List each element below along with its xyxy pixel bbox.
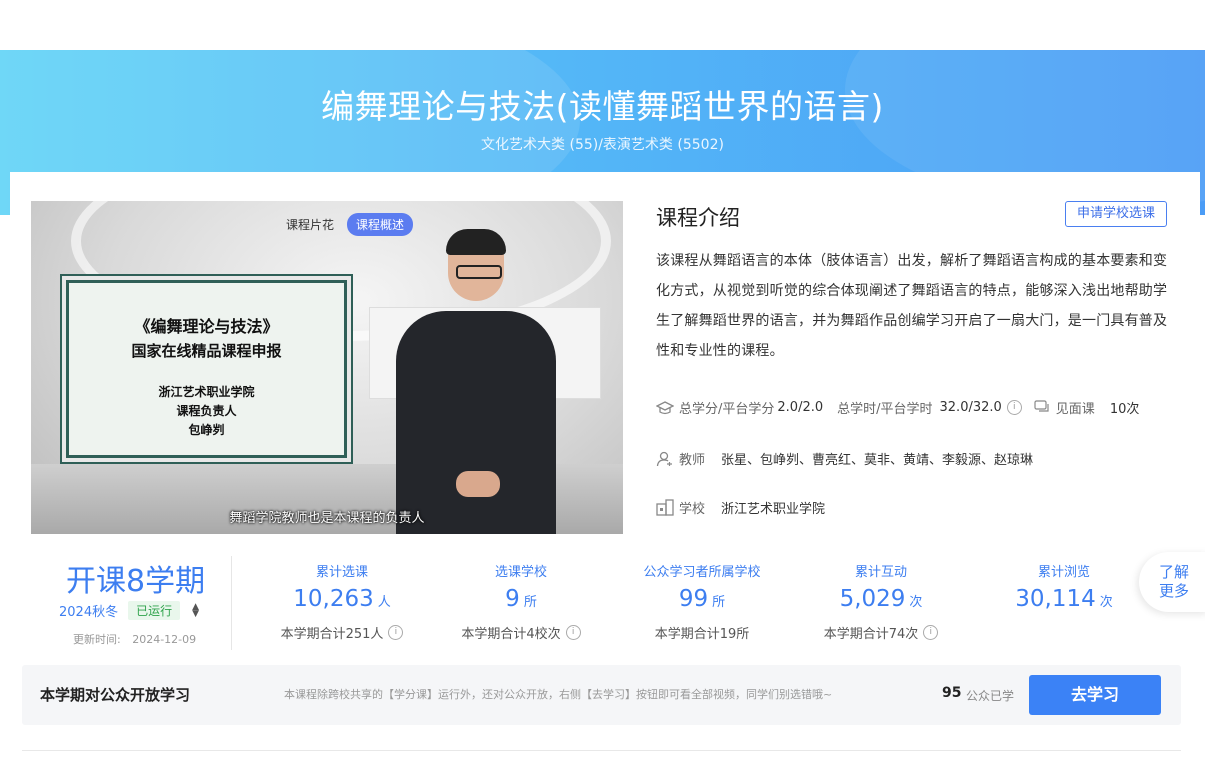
video-subtitle: 舞蹈学院教师也是本课程的负责人 bbox=[229, 511, 425, 526]
presenter-body bbox=[396, 311, 556, 534]
stat-public-learner-schools: 公众学习者所属学校 99 所 本学期合计19所 bbox=[617, 561, 787, 642]
presenter-glasses bbox=[456, 265, 502, 279]
board-school: 浙江艺术职业学院 bbox=[158, 385, 255, 399]
stat-label: 公众学习者所属学校 bbox=[643, 565, 761, 580]
learn-more-button[interactable]: 了解 更多 bbox=[1139, 552, 1205, 612]
board-subtitle: 国家在线精品课程申报 bbox=[131, 342, 282, 360]
course-title: 编舞理论与技法(读懂舞蹈世界的语言) bbox=[321, 87, 884, 126]
credit-label: 总学分/平台学分 bbox=[679, 402, 775, 417]
board-role: 课程负责人 bbox=[176, 404, 237, 418]
public-learning-note: 本课程除跨校共享的【学分课】运行外，还对公众开放，右侧【去学习】按钮即可看全部视… bbox=[284, 688, 833, 701]
stat-schools: 选课学校 9所 本学期合计4校次 i bbox=[436, 561, 606, 642]
public-learner-count: 95 bbox=[942, 685, 962, 701]
sort-toggle-icon[interactable]: ▲ ▼ bbox=[192, 602, 199, 618]
meet-value: 10次 bbox=[1109, 402, 1140, 417]
update-time: 更新时间: 2024-12-09 bbox=[73, 631, 196, 647]
stat-views: 累计浏览 30,114 次 bbox=[979, 561, 1149, 612]
top-navigation-bar bbox=[0, 0, 1205, 50]
credit-row: 总学分/平台学分 2.0/2.0 总学时/平台学时 32.0/32.0 i 见面… bbox=[656, 398, 1139, 417]
stat-label: 选课学校 bbox=[494, 565, 547, 580]
teacher-label: 教师 bbox=[679, 453, 706, 468]
go-study-button[interactable]: 去学习 bbox=[1029, 675, 1161, 715]
info-icon[interactable]: i bbox=[923, 625, 939, 640]
course-category[interactable]: 文化艺术大类 (55)/表演艺术类 (5502) bbox=[0, 134, 1205, 154]
term-count: 开课8学期 bbox=[66, 564, 206, 599]
presenter-hands bbox=[456, 471, 500, 497]
video-tabs: 课程片花 课程概述 bbox=[277, 212, 414, 236]
stat-footnote: 本学期合计4校次 i bbox=[436, 623, 606, 642]
course-video-player[interactable]: 《编舞理论与技法》 国家在线精品课程申报 浙江艺术职业学院 课程负责人 包峥刿 … bbox=[31, 201, 623, 534]
divider bbox=[231, 556, 232, 650]
intro-heading: 课程介绍 bbox=[656, 206, 740, 230]
stat-value: 5,029 次 bbox=[839, 586, 923, 612]
divider bbox=[22, 750, 1181, 751]
board-title: 《编舞理论与技法》 bbox=[134, 317, 279, 336]
public-learner-label: 公众已学 bbox=[966, 689, 1015, 703]
chat-bubble-icon bbox=[1034, 400, 1049, 412]
hours-label: 总学时/平台学时 bbox=[837, 402, 933, 417]
stat-interactions: 累计互动 5,029 次 本学期合计74次 i bbox=[796, 561, 966, 642]
stat-value: 99 所 bbox=[678, 586, 726, 612]
stat-footnote: 本学期合计74次 i bbox=[796, 623, 966, 642]
stat-total-enrollment: 累计选课 10,263 人 本学期合计251人 i bbox=[257, 561, 427, 642]
stat-footnote: 本学期合计251人 i bbox=[257, 623, 427, 642]
stat-label: 累计浏览 bbox=[1037, 565, 1090, 580]
hours-value: 32.0/32.0 bbox=[939, 400, 1002, 415]
learn-more-label: 更多 bbox=[1159, 582, 1190, 600]
school-name[interactable]: 浙江艺术职业学院 bbox=[721, 498, 825, 517]
update-date: 2024-12-09 bbox=[132, 633, 197, 646]
school-label: 学校 bbox=[679, 502, 706, 517]
stat-value: 9所 bbox=[505, 586, 537, 612]
teacher-list[interactable]: 张星、包峥刿、曹亮红、莫非、黄靖、李毅源、赵琼琳 bbox=[721, 449, 1033, 468]
apply-school-selection-button[interactable]: 申请学校选课 bbox=[1065, 201, 1167, 227]
term-selector[interactable]: 2024秋冬 已运行 ▲ ▼ bbox=[59, 601, 199, 620]
update-label: 更新时间: bbox=[73, 633, 121, 646]
stat-footnote: 本学期合计19所 bbox=[654, 627, 750, 642]
teacher-row: 教师 张星、包峥刿、曹亮红、莫非、黄靖、李毅源、赵琼琳 bbox=[656, 449, 1033, 468]
stat-value: 30,114 次 bbox=[1015, 586, 1113, 612]
status-badge: 已运行 bbox=[128, 601, 181, 620]
building-icon bbox=[656, 499, 674, 516]
learn-more-label: 了解 bbox=[1159, 563, 1190, 581]
credit-value: 2.0/2.0 bbox=[777, 400, 824, 415]
stat-label: 累计互动 bbox=[854, 565, 907, 580]
user-icon bbox=[656, 451, 672, 466]
board-details: 浙江艺术职业学院 课程负责人 包峥刿 bbox=[69, 383, 344, 440]
course-description: 该课程从舞蹈语言的本体（肢体语言）出发，解析了舞蹈语言构成的基本要素和变化方式，… bbox=[656, 253, 1168, 359]
presentation-board: 《编舞理论与技法》 国家在线精品课程申报 浙江艺术职业学院 课程负责人 包峥刿 bbox=[66, 280, 347, 458]
presenter-hair bbox=[446, 229, 506, 255]
public-learning-title: 本学期对公众开放学习 bbox=[40, 686, 191, 704]
info-icon[interactable]: i bbox=[388, 625, 404, 640]
current-term[interactable]: 2024秋冬 bbox=[59, 601, 118, 620]
stat-label: 累计选课 bbox=[315, 565, 368, 580]
info-icon[interactable]: i bbox=[1006, 400, 1022, 415]
graduation-cap-icon bbox=[656, 400, 674, 414]
presenter-figure bbox=[396, 229, 556, 534]
tab-trailer[interactable]: 课程片花 bbox=[277, 213, 343, 236]
tab-overview[interactable]: 课程概述 bbox=[347, 212, 414, 236]
board-person: 包峥刿 bbox=[188, 423, 225, 437]
public-learning-bar: 本学期对公众开放学习 本课程除跨校共享的【学分课】运行外，还对公众开放，右侧【去… bbox=[22, 665, 1181, 725]
meet-label: 见面课 bbox=[1055, 402, 1095, 417]
school-row: 学校 浙江艺术职业学院 bbox=[656, 498, 825, 517]
stat-value: 10,263 人 bbox=[293, 586, 391, 612]
info-icon[interactable]: i bbox=[565, 625, 581, 640]
